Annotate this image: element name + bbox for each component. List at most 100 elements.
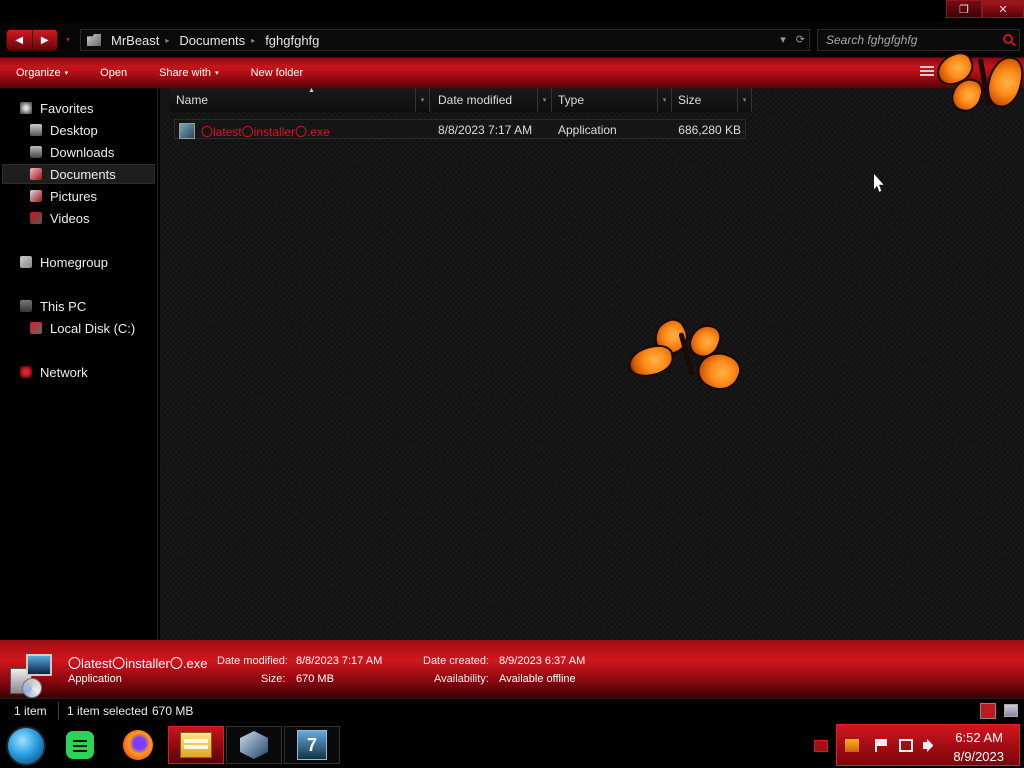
nav-favorites[interactable]: Favorites: [20, 98, 93, 118]
nav-pictures-label: Pictures: [50, 188, 97, 204]
open-button[interactable]: Open: [100, 67, 127, 79]
chevron-down-icon: ▾: [64, 70, 69, 77]
navigation-pane: Favorites Desktop Downloads Documents Pi…: [0, 88, 158, 640]
column-header-name[interactable]: Name ▲ ▾: [170, 87, 430, 112]
nav-this-pc-label: This PC: [40, 298, 87, 314]
virtualbox-icon: [240, 731, 268, 759]
details-date-created-value: 8/9/2023 6:37 AM: [499, 655, 586, 667]
clock-time[interactable]: 6:52 AM: [955, 730, 1003, 745]
nav-local-disk[interactable]: Local Disk (C:): [30, 318, 135, 338]
windows7-icon: 7: [297, 730, 327, 760]
sort-ascending-icon: ▲: [308, 87, 315, 94]
taskbar: 7 6:52 AM 8/9/2023: [0, 722, 1024, 768]
new-folder-button[interactable]: New folder: [251, 67, 304, 79]
share-with-button[interactable]: Share with ▾: [159, 67, 219, 79]
details-availability-label: Availability:: [434, 673, 489, 685]
column-size-label: Size: [678, 93, 702, 107]
chevron-down-icon: ▾: [66, 35, 71, 44]
nav-videos[interactable]: Videos: [30, 208, 90, 228]
column-filter-button[interactable]: ▾: [737, 88, 751, 112]
clock-date[interactable]: 8/9/2023: [953, 749, 1004, 764]
nav-this-pc[interactable]: This PC: [20, 296, 86, 316]
downloads-icon: [30, 146, 42, 158]
back-arrow-icon: ◀: [15, 34, 24, 46]
column-header-size[interactable]: Size ▾: [672, 88, 752, 112]
nav-videos-label: Videos: [50, 210, 90, 226]
command-bar: Organize ▾ Open Share with ▾ New folder: [0, 58, 1024, 88]
new-folder-label: New folder: [250, 67, 304, 79]
organize-button[interactable]: Organize ▾: [16, 67, 68, 79]
homegroup-icon: [20, 256, 32, 268]
network-icon[interactable]: [899, 739, 913, 752]
details-date-modified-label: Date modified:: [217, 655, 288, 667]
window-titlebar: ❐ ✕: [0, 0, 1024, 22]
nav-downloads[interactable]: Downloads: [30, 142, 114, 162]
installer-icon: [179, 123, 195, 139]
nav-favorites-label: Favorites: [40, 100, 94, 116]
desktop-icon: [30, 124, 42, 136]
taskbar-windows7-app[interactable]: 7: [284, 726, 340, 764]
restore-icon: ❐: [959, 3, 969, 16]
address-bar[interactable]: MrBeast ▸ Documents ▸ fghgfghfg ▾ ⟳: [80, 29, 810, 51]
search-input[interactable]: [826, 33, 996, 47]
column-header-type[interactable]: Type ▾: [552, 88, 672, 112]
details-view-icon[interactable]: [980, 703, 996, 719]
column-filter-button[interactable]: ▾: [657, 88, 671, 112]
details-pane: 〇latest〇installer〇.exe Application Date …: [0, 640, 1024, 698]
details-availability-value: Available offline: [499, 673, 576, 685]
file-date-modified: 8/8/2023 7:17 AM: [438, 123, 533, 137]
large-icons-view-icon[interactable]: [1004, 704, 1018, 717]
file-name[interactable]: 〇latest〇installer〇.exe: [201, 123, 330, 140]
file-row[interactable]: 〇latest〇installer〇.exe 8/8/2023 7:17 AM …: [174, 119, 746, 139]
firefox-icon: [123, 730, 153, 760]
restore-button[interactable]: ❐: [946, 0, 982, 18]
search-box[interactable]: [817, 29, 1020, 51]
chevron-down-icon: ▾: [215, 70, 219, 77]
show-hidden-icons-button[interactable]: [814, 740, 828, 752]
system-tray: 6:52 AM 8/9/2023: [836, 724, 1020, 766]
refresh-icon[interactable]: ⟳: [796, 33, 805, 46]
window-controls: ❐ ✕: [946, 0, 1024, 20]
breadcrumb-mrbeast[interactable]: MrBeast: [111, 33, 159, 48]
details-size-label: Size:: [261, 673, 286, 685]
taskbar-virtualbox[interactable]: [226, 726, 282, 764]
address-row: ◀ ▶ ▾ MrBeast ▸ Documents ▸ fghgfghfg ▾ …: [0, 22, 1024, 58]
search-icon[interactable]: [1003, 34, 1013, 44]
breadcrumb-current-folder[interactable]: fghgfghfg: [265, 33, 319, 48]
spotify-icon: [66, 731, 94, 759]
butterfly-decoration-center: [624, 314, 747, 398]
file-size: 686,280 KB: [678, 123, 741, 137]
nav-desktop[interactable]: Desktop: [30, 120, 98, 140]
navigation-buttons: ◀ ▶: [6, 29, 58, 51]
volume-icon[interactable]: [923, 739, 937, 752]
column-filter-button[interactable]: ▾: [415, 88, 429, 112]
butterfly-wing: [625, 342, 677, 380]
breadcrumb-separator[interactable]: ▸: [251, 36, 255, 45]
breadcrumb-documents[interactable]: Documents: [179, 33, 245, 48]
nav-homegroup[interactable]: Homegroup: [20, 252, 108, 272]
address-dropdown-icon[interactable]: ▾: [780, 33, 786, 46]
nav-network[interactable]: Network: [20, 362, 88, 382]
installer-disc: [22, 678, 42, 698]
back-button[interactable]: ◀: [7, 30, 32, 50]
taskbar-firefox[interactable]: [110, 726, 166, 764]
tray-app-icon[interactable]: [845, 739, 859, 752]
forward-arrow-icon: ▶: [40, 34, 49, 46]
forward-button[interactable]: ▶: [31, 30, 58, 50]
recent-locations-button[interactable]: ▾: [66, 35, 74, 44]
close-button[interactable]: ✕: [982, 0, 1024, 18]
taskbar-file-explorer[interactable]: [168, 726, 224, 764]
details-file-name: 〇latest〇installer〇.exe: [68, 656, 208, 671]
taskbar-spotify[interactable]: [52, 726, 108, 764]
column-date-label: Date modified: [438, 93, 513, 107]
status-item-count: 1 item: [14, 704, 47, 718]
status-selected-count: 1 item selected: [67, 704, 148, 718]
action-center-flag-icon[interactable]: [875, 739, 889, 752]
column-filter-button[interactable]: ▾: [537, 88, 551, 112]
nav-pictures[interactable]: Pictures: [30, 186, 97, 206]
nav-documents[interactable]: Documents: [2, 164, 155, 184]
breadcrumb-separator[interactable]: ▸: [165, 36, 169, 45]
start-button[interactable]: [6, 726, 46, 766]
disk-drive-icon: [30, 322, 42, 334]
column-header-date-modified[interactable]: Date modified ▾: [432, 88, 552, 112]
